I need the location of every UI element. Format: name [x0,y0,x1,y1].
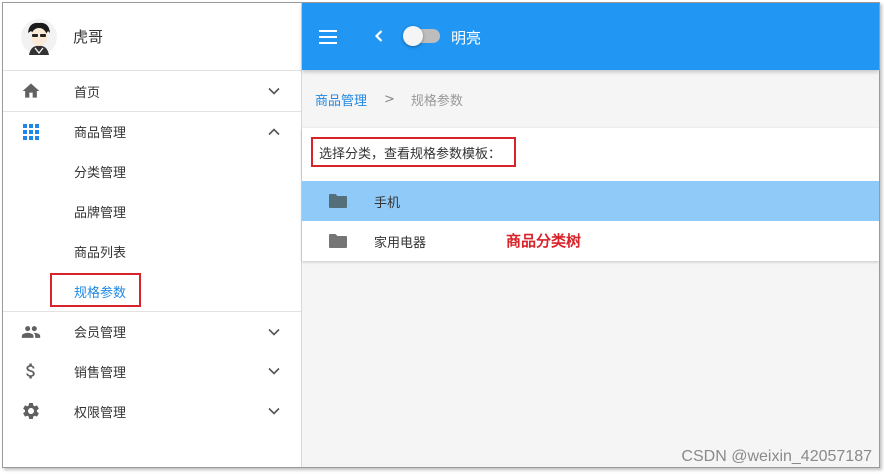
theme-label: 明亮 [451,29,482,47]
folder-icon [328,233,348,249]
sidebar: 虎哥 首页 商品管理 分类管理 品牌管理 商品列表 规格参数 会员管理 销售管理… [3,3,302,467]
tree-node-label: 家用电器 [374,235,427,251]
breadcrumb-current: 规格参数 [410,93,463,109]
home-icon [21,81,41,101]
sidebar-item-product-management[interactable]: 商品管理 [3,111,301,151]
menu-icon[interactable] [318,27,338,47]
chevron-left-icon[interactable] [372,28,386,44]
sidebar-item-label: 商品管理 [74,126,127,141]
sidebar-subitem-label: 品牌管理 [74,205,127,221]
app-window: 虎哥 首页 商品管理 分类管理 品牌管理 商品列表 规格参数 会员管理 销售管理… [2,2,880,468]
sidebar-item-label: 会员管理 [74,326,127,341]
dollar-icon [21,361,41,381]
sidebar-item-home[interactable]: 首页 [3,71,301,111]
theme-toggle[interactable] [403,26,440,46]
watermark: CSDN @weixin_42057187 [681,448,872,465]
chevron-down-icon [266,324,282,340]
sidebar-subitem-brand[interactable]: 品牌管理 [3,191,301,231]
highlight-box [50,273,141,307]
tree-node-label: 手机 [374,195,401,211]
annotation-label: 商品分类树 [506,232,582,250]
chevron-down-icon [266,363,282,379]
sidebar-subitem-label: 商品列表 [74,245,127,261]
username: 虎哥 [73,28,104,46]
sidebar-subitem-spec-params[interactable]: 规格参数 [3,271,301,311]
chevron-up-icon [266,124,282,140]
hint-highlight-box: 选择分类，查看规格参数模板： [311,137,516,167]
folder-icon [328,193,348,209]
sidebar-item-label: 首页 [74,85,101,101]
sidebar-item-member-management[interactable]: 会员管理 [3,311,301,351]
chevron-down-icon [266,83,282,99]
avatar[interactable] [21,18,57,55]
sidebar-subitem-product-list[interactable]: 商品列表 [3,231,301,271]
breadcrumb-separator: > [384,91,395,107]
sidebar-item-permission-management[interactable]: 权限管理 [3,391,301,431]
people-icon [21,322,41,342]
sidebar-item-label: 销售管理 [74,365,127,381]
gear-icon [21,401,41,421]
hint-text: 选择分类，查看规格参数模板： [319,146,502,162]
sidebar-subitem-category[interactable]: 分类管理 [3,151,301,191]
breadcrumb-parent-link[interactable]: 商品管理 [315,90,367,109]
tree-node-appliances[interactable]: 家用电器 商品分类树 [302,221,879,261]
chevron-down-icon [266,403,282,419]
sidebar-item-label: 权限管理 [74,405,127,421]
sidebar-item-sales-management[interactable]: 销售管理 [3,351,301,391]
tree-node-phone[interactable]: 手机 [302,181,879,221]
toggle-knob [403,26,423,46]
apps-grid-icon [21,122,41,142]
app-bar: 明亮 [302,3,879,70]
breadcrumb: 商品管理 > 规格参数 [302,70,879,128]
main-content: 明亮 商品管理 > 规格参数 选择分类，查看规格参数模板： 手机 家用电器 商品… [302,3,879,467]
category-panel: 选择分类，查看规格参数模板： 手机 家用电器 商品分类树 [302,128,879,261]
sidebar-subitem-label: 分类管理 [74,165,127,181]
user-panel: 虎哥 [3,3,301,71]
